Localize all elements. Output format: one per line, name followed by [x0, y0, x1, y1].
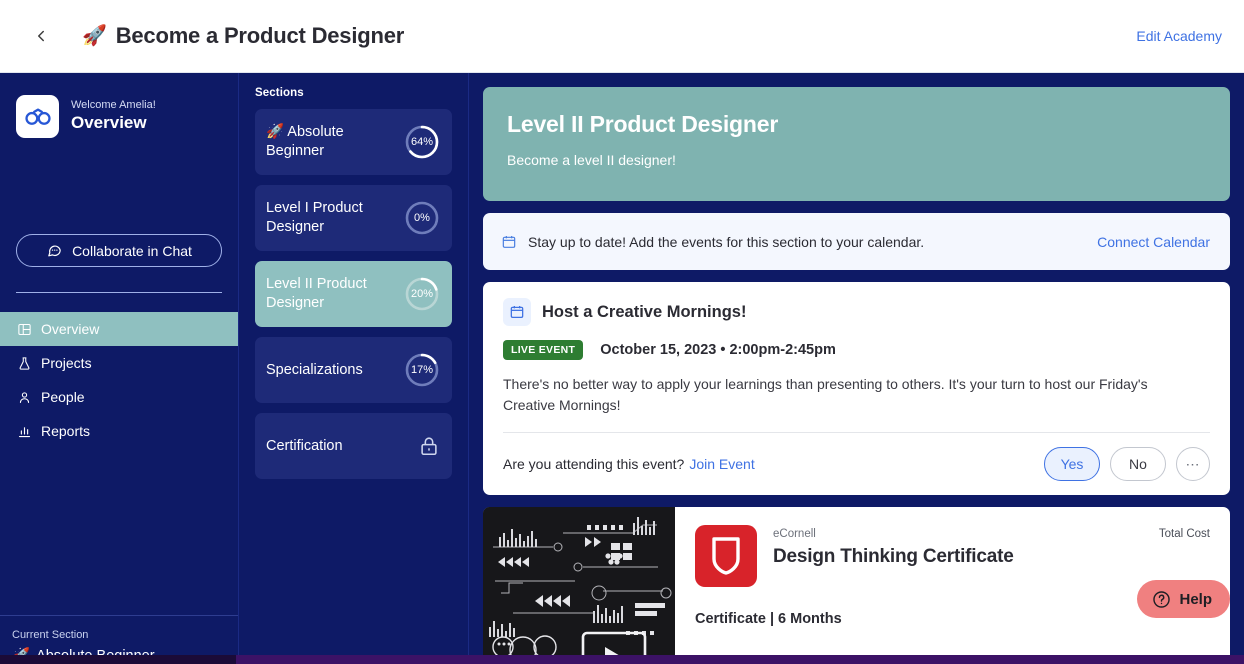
rocket-icon: 🚀 — [82, 25, 107, 47]
section-card-certification[interactable]: Certification — [255, 413, 452, 479]
top-bar: 🚀 Become a Product Designer Edit Academy — [0, 0, 1244, 73]
join-event-link[interactable]: Join Event — [689, 456, 754, 472]
event-card: Host a Creative Mornings! LIVE EVENT Oct… — [483, 282, 1230, 496]
certificate-titles: eCornell Design Thinking Certificate — [773, 525, 1014, 568]
rsvp-no-button[interactable]: No — [1110, 447, 1166, 482]
progress-ring-label: 0% — [414, 212, 430, 224]
current-section-label: Current Section — [12, 629, 89, 641]
progress-ring-label: 20% — [410, 288, 434, 300]
section-card-title: 🚀 Absolute Beginner — [266, 123, 404, 160]
progress-ring: 20% — [404, 276, 440, 312]
section-card-title: Level II Product Designer — [266, 276, 367, 311]
certificate-name: Design Thinking Certificate — [773, 546, 1014, 568]
progress-ring: 17% — [404, 352, 440, 388]
sidebar-item-overview[interactable]: Overview — [0, 312, 238, 346]
sidebar-item-overview-label: Overview — [41, 321, 100, 337]
edit-academy-link[interactable]: Edit Academy — [1136, 28, 1222, 44]
rsvp-more-button[interactable]: ⋯ — [1176, 447, 1210, 482]
hero-subtitle: Become a level II designer! — [507, 152, 676, 168]
live-event-badge: LIVE EVENT — [503, 340, 584, 360]
sidebar-nav: Overview Projects People Reports — [0, 312, 238, 448]
back-button[interactable] — [26, 21, 56, 51]
rsvp-yes-button[interactable]: Yes — [1044, 447, 1100, 482]
section-card-level-ii-product-designer[interactable]: Level II Product Designer 20% — [255, 261, 452, 327]
sidebar-item-people-label: People — [41, 389, 85, 405]
sections-column: Sections 🚀 Absolute Beginner 64% Level I… — [239, 73, 469, 664]
lock-icon — [421, 437, 437, 456]
hero-banner: Level II Product Designer Become a level… — [483, 87, 1230, 201]
rocket-icon: 🚀 — [266, 124, 285, 141]
sidebar-item-reports[interactable]: Reports — [0, 414, 238, 448]
event-attendance-question: Are you attending this event? — [503, 456, 685, 473]
brand-text: Welcome Amelia! Overview — [71, 98, 156, 135]
sidebar-flex-spacer — [0, 448, 238, 615]
certificate-card[interactable]: eCornell Design Thinking Certificate Tot… — [483, 507, 1230, 664]
chat-bubble-icon — [48, 245, 61, 257]
page-title: 🚀 Become a Product Designer — [82, 23, 404, 49]
event-footer: Are you attending this event? Join Event… — [503, 433, 1210, 495]
left-sidebar: Welcome Amelia! Overview Collaborate in … — [0, 73, 239, 664]
event-description: There's no better way to apply your lear… — [503, 376, 1148, 413]
hero-title: Level II Product Designer — [507, 111, 779, 137]
calendar-connect-bar: Stay up to date! Add the events for this… — [483, 213, 1230, 270]
collaborate-in-chat-label: Collaborate in Chat — [72, 242, 192, 259]
section-card-level-i-product-designer[interactable]: Level I Product Designer 0% — [255, 185, 452, 251]
section-card-specializations[interactable]: Specializations 17% — [255, 337, 452, 403]
event-calendar-badge — [503, 298, 531, 326]
section-card-absolute-beginner[interactable]: 🚀 Absolute Beginner 64% — [255, 109, 452, 175]
certificate-meta: Certificate | 6 Months — [695, 611, 842, 628]
chat-button-wrapper: Collaborate in Chat — [0, 234, 238, 267]
help-label: Help — [1179, 590, 1212, 608]
certificate-provider: eCornell — [773, 528, 816, 541]
person-icon — [19, 391, 30, 403]
app-root: 🚀 Become a Product Designer Edit Academy… — [0, 0, 1244, 664]
main-content: Level II Product Designer Become a level… — [469, 73, 1244, 664]
section-card-title: Level I Product Designer — [266, 200, 363, 235]
progress-ring: 0% — [404, 200, 440, 236]
horizontal-scrollbar[interactable] — [0, 655, 1244, 664]
progress-ring: 64% — [404, 124, 440, 160]
horizontal-scrollbar-thumb[interactable] — [0, 655, 236, 664]
event-meta-row: LIVE EVENT October 15, 2023 • 2:00pm-2:4… — [503, 340, 1210, 360]
event-title: Host a Creative Mornings! — [542, 302, 747, 321]
section-card-title: Specializations — [266, 361, 363, 378]
ecornell-logo — [695, 525, 757, 588]
certificate-thumbnail — [483, 507, 675, 664]
layout-panel-icon — [18, 323, 31, 335]
sidebar-item-reports-label: Reports — [41, 423, 91, 439]
bar-chart-icon — [18, 426, 31, 437]
sidebar-item-projects-label: Projects — [41, 355, 92, 371]
tech-circuit-artwork — [483, 507, 675, 664]
shield-icon — [712, 537, 740, 576]
connect-calendar-link[interactable]: Connect Calendar — [1097, 234, 1210, 250]
binoculars-icon — [24, 108, 51, 125]
section-card-title: Certification — [266, 437, 343, 454]
flask-icon — [19, 356, 30, 370]
calendar-icon — [502, 235, 516, 248]
chevron-left-icon — [38, 30, 44, 42]
body-row: Welcome Amelia! Overview Collaborate in … — [0, 73, 1244, 664]
page-title-text: Become a Product Designer — [115, 23, 405, 48]
sidebar-item-people[interactable]: People — [0, 380, 238, 414]
sections-heading: Sections — [255, 87, 304, 99]
certificate-top-row: eCornell Design Thinking Certificate Tot… — [695, 525, 1210, 588]
event-datetime: October 15, 2023 • 2:00pm-2:45pm — [600, 342, 836, 358]
calendar-bar-text: Stay up to date! Add the events for this… — [528, 233, 925, 250]
sidebar-heading: Overview — [71, 113, 147, 133]
sidebar-item-projects[interactable]: Projects — [0, 346, 238, 380]
question-circle-icon — [1153, 590, 1171, 608]
welcome-text: Welcome Amelia! — [71, 98, 156, 111]
progress-ring-label: 64% — [410, 136, 434, 148]
certificate-total-cost-label: Total Cost — [1158, 528, 1210, 541]
brand-block: Welcome Amelia! Overview — [0, 73, 238, 138]
calendar-icon — [510, 306, 524, 318]
sidebar-divider — [16, 292, 222, 293]
collaborate-in-chat-button[interactable]: Collaborate in Chat — [16, 234, 222, 267]
event-card-header: Host a Creative Mornings! — [503, 298, 1210, 326]
brand-logo — [16, 95, 59, 138]
help-button[interactable]: Help — [1137, 580, 1230, 618]
progress-ring-label: 17% — [410, 364, 434, 376]
